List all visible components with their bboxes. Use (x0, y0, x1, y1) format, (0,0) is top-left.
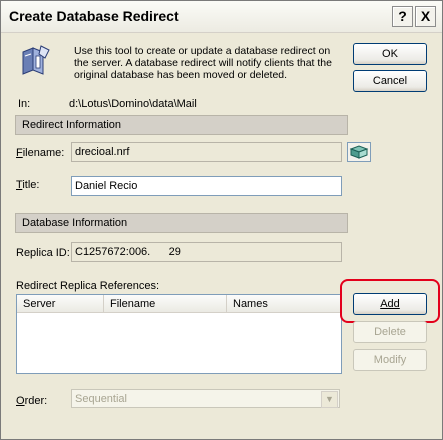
title-bar[interactable]: Create Database Redirect ? X (1, 1, 442, 33)
database-information-header: Database Information (15, 213, 348, 233)
order-select[interactable]: Sequential ▼ (71, 389, 340, 408)
dialog-window: Create Database Redirect ? X Use this to… (0, 0, 443, 440)
replica-id-label: Replica ID: (16, 247, 70, 259)
close-button[interactable]: X (415, 6, 436, 27)
order-selected-value: Sequential (75, 393, 127, 405)
browse-icon (349, 145, 369, 159)
in-path: d:\Lotus\Domino\data\Mail (69, 98, 197, 110)
dialog-title: Create Database Redirect (9, 8, 179, 24)
order-label: Order: (16, 395, 48, 407)
title-label: Title: (16, 179, 40, 191)
delete-button[interactable]: Delete (353, 321, 427, 343)
replica-references-label: Redirect Replica References: (16, 280, 160, 292)
modify-button[interactable]: Modify (353, 349, 427, 371)
database-redirect-icon (19, 44, 51, 76)
filename-field[interactable]: drecioal.nrf (71, 142, 342, 162)
column-header-server[interactable]: Server (17, 295, 104, 313)
column-header-names[interactable]: Names (227, 295, 341, 313)
in-label: In: (18, 98, 31, 110)
ok-button[interactable]: OK (353, 43, 427, 65)
replica-id-field: C1257672:006. 29 (71, 242, 342, 262)
cancel-button[interactable]: Cancel (353, 70, 427, 92)
browse-database-button[interactable] (347, 142, 371, 162)
redirect-information-header: Redirect Information (15, 115, 348, 135)
replica-references-table[interactable]: Server Filename Names (16, 294, 342, 374)
help-button[interactable]: ? (392, 6, 413, 27)
column-header-filename[interactable]: Filename (104, 295, 227, 313)
filename-label: Filename: (16, 147, 65, 159)
chevron-down-icon[interactable]: ▼ (321, 391, 338, 408)
add-button[interactable]: Add (353, 293, 427, 315)
description-text: Use this tool to create or update a data… (74, 45, 332, 81)
title-field[interactable]: Daniel Recio (71, 176, 342, 196)
